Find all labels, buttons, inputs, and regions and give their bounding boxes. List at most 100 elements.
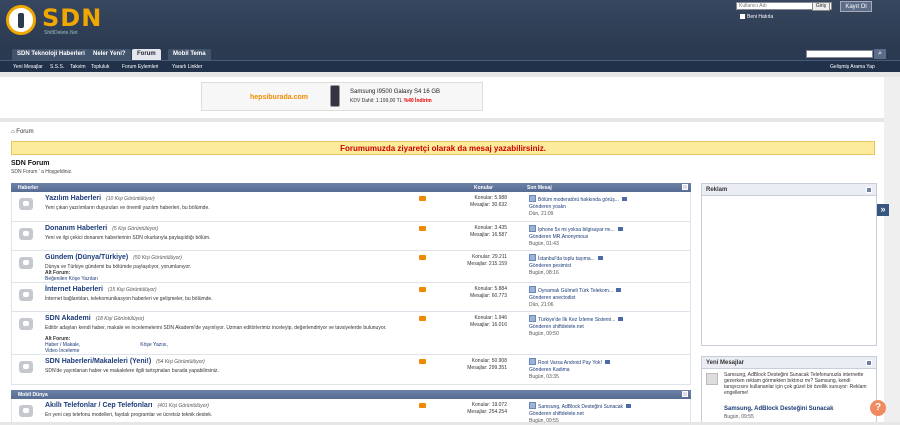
subnav-topluluk[interactable]: Topluluk: [91, 64, 109, 70]
forum-description: En yeni cep telefonu modelleri, faydalı …: [45, 412, 213, 418]
last-post-link[interactable]: Samsung, AdBlock Desteğini Sunacak: [529, 402, 631, 411]
last-post: İstanbul'da toplu taşıma... Gönderen pesi…: [529, 254, 603, 277]
advanced-search-link[interactable]: Gelişmiş Arama Yap: [830, 64, 875, 70]
last-post: Oynamalı Gülmeli Türk Telekom... Gönderen…: [529, 286, 621, 309]
subforum-link[interactable]: Beğenilen Köşe Yazıları: [45, 276, 98, 282]
rss-icon[interactable]: [419, 226, 426, 231]
forum-title[interactable]: Gündem (Dünya/Türkiye) (50 Kişi Görüntülü…: [45, 254, 182, 261]
panel-header: Yeni Mesajlar: [702, 357, 876, 369]
avatar: [706, 373, 718, 385]
rss-icon[interactable]: [419, 316, 426, 321]
last-post-link[interactable]: Bölüm moderatörü hakkında görüş...: [529, 195, 627, 204]
new-post-link[interactable]: Samsung, AdBlock Desteğini Sunacak: [724, 406, 833, 412]
category-header-mobil-dunya[interactable]: Mobil Dünya: [11, 390, 691, 399]
panel-header: Reklam: [702, 184, 876, 196]
subforum-list: Alt Forum: Haber / Makale, Köşe Yazısı, Vid…: [45, 336, 168, 354]
tab-mobil-tema[interactable]: Mobil Tema: [168, 49, 211, 60]
forum-stats: Konular: 5.988 Mesajlar: 30.632: [470, 195, 507, 208]
ad-brand: hepsiburada.com: [250, 94, 308, 101]
sub-navigation: Yeni Mesajlar S.S.S. Takvim Topluluk For…: [0, 60, 900, 72]
last-post-link[interactable]: Root Varsa Android Pay Yok!: [529, 358, 610, 367]
breadcrumb[interactable]: ⌂ Forum: [11, 129, 34, 135]
forum-row: Gündem (Dünya/Türkiye) (50 Kişi Görüntülü…: [11, 251, 691, 283]
collapse-icon[interactable]: [682, 184, 688, 190]
rss-icon[interactable]: [419, 403, 426, 408]
ad-price: KDV Dahil: 1.199,00 TL %40 İndirim: [350, 98, 432, 104]
new-post-excerpt: Samsung, AdBlock Desteğini Sunacak Telef…: [724, 372, 867, 396]
collapse-icon[interactable]: [866, 187, 872, 193]
remember-label: Beni Hatırla: [747, 14, 774, 20]
last-post-link[interactable]: Oynamalı Gülmeli Türk Telekom...: [529, 286, 621, 295]
register-button[interactable]: Kayıt Ol: [840, 1, 872, 12]
forum-row: SDN Haberleri/Makaleleri (Yeni!) (54 Kişi…: [11, 355, 691, 385]
new-posts-panel: Yeni Mesajlar Samsung, AdBlock Desteğini…: [701, 356, 877, 422]
right-strip: [884, 77, 900, 422]
tab-neler-yeni[interactable]: Neler Yeni?: [88, 49, 131, 60]
chat-icon[interactable]: ?: [870, 400, 886, 416]
sdn-logo-icon[interactable]: [6, 5, 36, 35]
rss-icon[interactable]: [419, 359, 426, 364]
forum-stats: Konular: 29.211 Mesajlar: 215.159: [467, 254, 507, 267]
rss-icon[interactable]: [419, 196, 426, 201]
subforum-link[interactable]: Video İnceleme: [45, 348, 79, 354]
last-post: Türkiye'de İlk Kez İzleme Sistemi... Gönd…: [529, 315, 623, 338]
forum-title[interactable]: Akıllı Telefonlar / Cep Telefonları (401 …: [45, 402, 209, 409]
search-icon[interactable]: ⌕: [874, 49, 886, 59]
forum-description: Dünya ve Türkiye gündemi bu bölümde payl…: [45, 264, 192, 270]
page-title: SDN Forum: [11, 160, 50, 167]
forum-row: SDN Akademi (18 Kişi Görüntülüyor) Editör…: [11, 312, 691, 355]
subnav-yeni-mesajlar[interactable]: Yeni Mesajlar: [13, 64, 43, 70]
signin-button[interactable]: Giriş: [812, 2, 830, 11]
collapse-icon[interactable]: [866, 360, 872, 366]
nav-tabs: SDN Teknoloji Haberleri Neler Yeni? Foru…: [0, 48, 900, 60]
page-subtitle: SDN Forum ' a Hoşgeldiniz.: [11, 169, 73, 175]
forum-icon: [19, 405, 33, 417]
subnav-takvim[interactable]: Takvim: [70, 64, 86, 70]
forum-row: Yazılım Haberleri (10 Kişi Görüntülüyor) …: [11, 192, 691, 222]
subnav-yararli-linkler[interactable]: Yararlı Linkler: [172, 64, 202, 70]
forum-icon: [19, 257, 33, 269]
reklam-panel: Reklam: [701, 183, 877, 346]
last-post-link[interactable]: Iphone 5s mi yoksa bilgisayar mı...: [529, 225, 623, 234]
rss-icon[interactable]: [419, 287, 426, 292]
subnav-forum-eylemleri[interactable]: Forum Eylemleri: [122, 64, 158, 70]
forum-title[interactable]: SDN Akademi (18 Kişi Görüntülüyor): [45, 315, 144, 322]
last-post: Root Varsa Android Pay Yok! Gönderen Kadi…: [529, 358, 610, 381]
forum-title[interactable]: İnternet Haberleri (15 Kişi Görüntülüyor): [45, 286, 157, 293]
forum-row: Donanım Haberleri (5 Kişi Görüntülüyor) Y…: [11, 222, 691, 251]
remember-me[interactable]: Beni Hatırla: [740, 14, 773, 20]
collapse-icon[interactable]: [682, 391, 688, 397]
forum-icon: [19, 318, 33, 330]
forum-stats: Konular: 5.884 Mesajlar: 60.773: [470, 286, 507, 299]
tab-sdn-haberleri[interactable]: SDN Teknoloji Haberleri: [12, 49, 90, 60]
ad-banner[interactable]: [201, 82, 483, 111]
rss-icon[interactable]: [419, 255, 426, 260]
sidebar-toggle-icon[interactable]: »: [877, 204, 889, 216]
ad-title: Samsung I9500 Galaxy S4 16 GB: [350, 89, 441, 95]
forum-stats: Konular: 50.908 Mesajlar: 299.351: [467, 358, 507, 371]
forum-description: SDN'de yayınlanan haber ve makalelere il…: [45, 368, 219, 374]
subnav-sss[interactable]: S.S.S.: [50, 64, 64, 70]
forum-title[interactable]: Yazılım Haberleri (10 Kişi Görüntülüyor): [45, 195, 155, 202]
subforum-link[interactable]: Köşe Yazısı,: [140, 342, 168, 348]
search-input[interactable]: [806, 50, 873, 58]
last-post: Bölüm moderatörü hakkında görüş... Gönder…: [529, 195, 627, 218]
forum-row: İnternet Haberleri (15 Kişi Görüntülüyor)…: [11, 283, 691, 312]
new-post-date: Bugün, 09:55: [724, 414, 754, 420]
last-post-link[interactable]: İstanbul'da toplu taşıma...: [529, 254, 603, 263]
remember-checkbox[interactable]: [740, 14, 745, 19]
subforum-list: Alt Forum: Beğenilen Köşe Yazıları: [45, 270, 98, 282]
forum-stats: Konular: 19.072 Mesajlar: 254.254: [467, 402, 507, 415]
logo-text[interactable]: SDN: [42, 4, 102, 32]
forum-title[interactable]: SDN Haberleri/Makaleleri (Yeni!) (54 Kişi…: [45, 358, 205, 365]
forum-title[interactable]: Donanım Haberleri (5 Kişi Görüntülüyor): [45, 225, 158, 232]
forum-description: İnternet bağlantıları, telekomunikasyon …: [45, 296, 213, 302]
forum-icon: [19, 361, 33, 373]
last-post-link[interactable]: Türkiye'de İlk Kez İzleme Sistemi...: [529, 315, 623, 324]
guest-notice: Forumumuzda ziyaretçi olarak da mesaj ya…: [11, 141, 875, 155]
tab-forum[interactable]: Forum: [132, 49, 161, 60]
forum-icon: [19, 289, 33, 301]
forum-icon: [19, 228, 33, 240]
forum-stats: Konular: 3.435 Mesajlar: 16.587: [470, 225, 507, 238]
forum-row: Akıllı Telefonlar / Cep Telefonları (401 …: [11, 399, 691, 424]
